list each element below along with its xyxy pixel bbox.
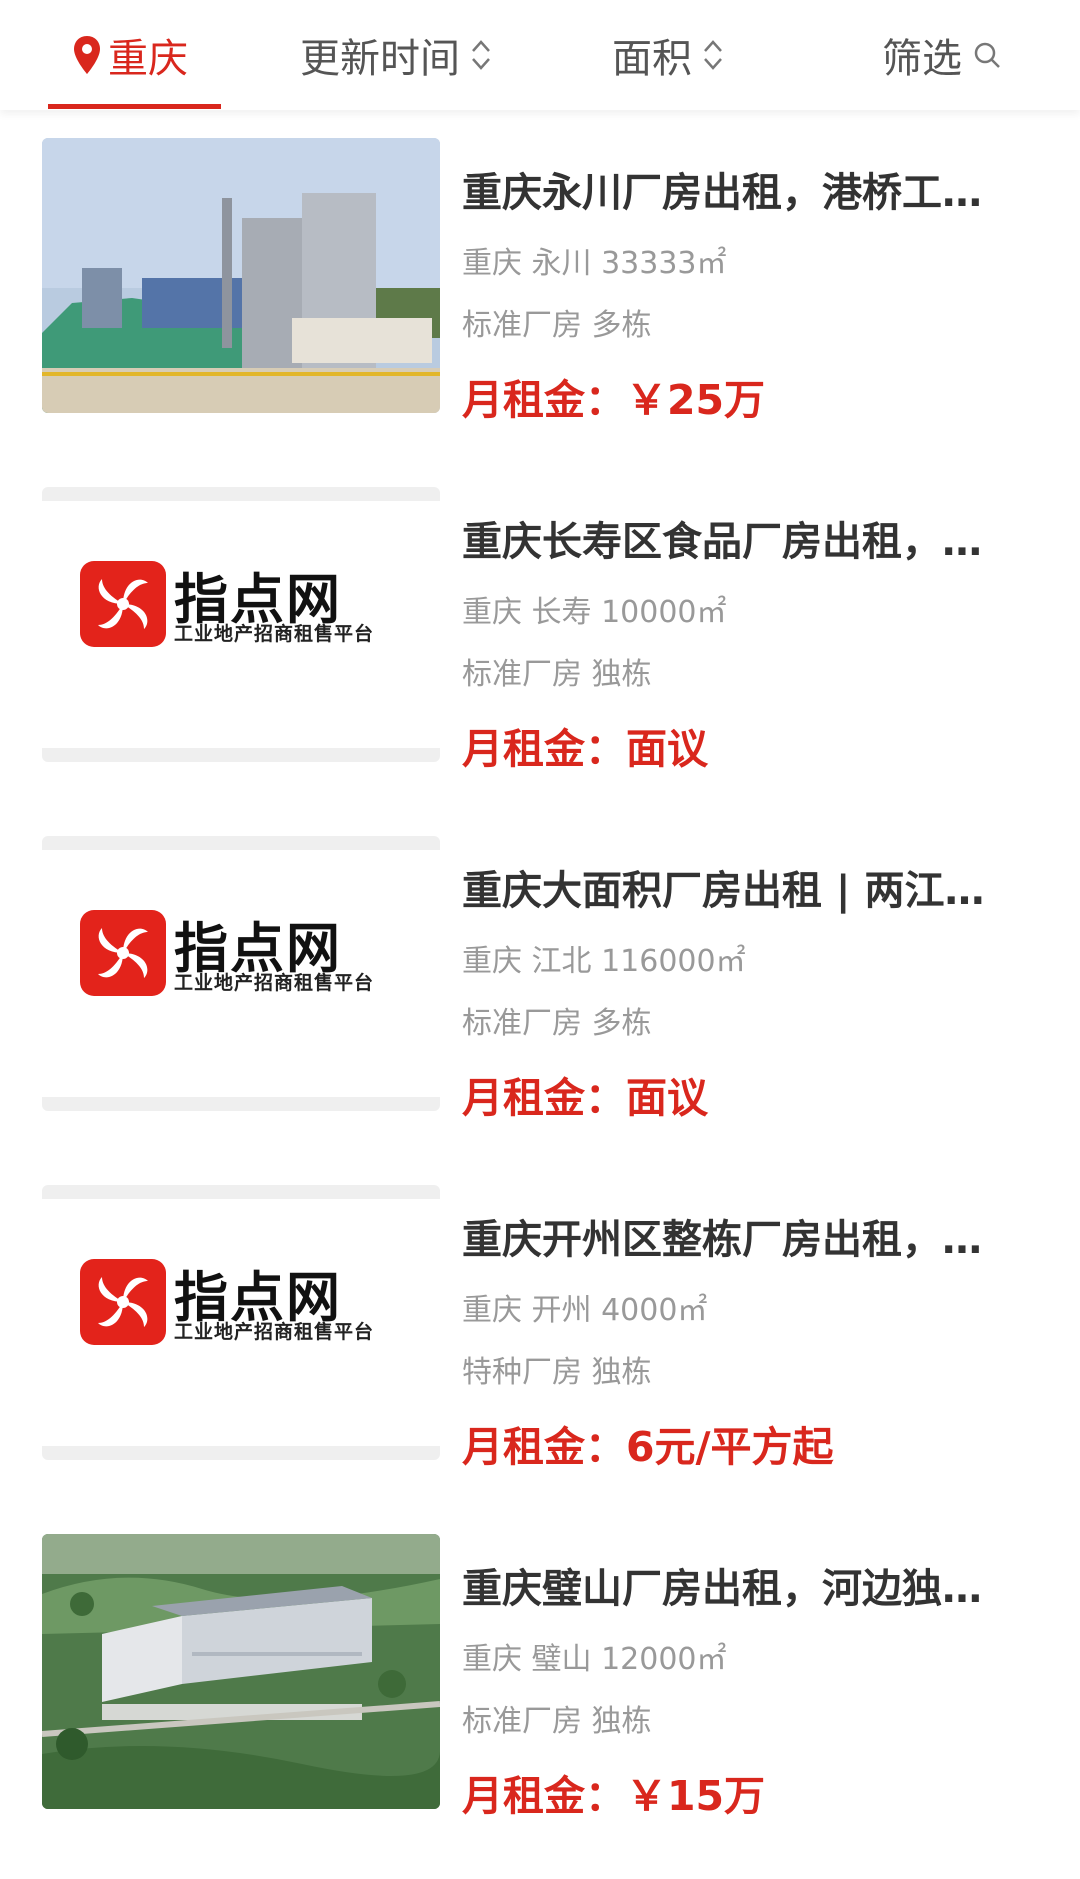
price-value: ￥25万 — [626, 376, 766, 424]
listing-title[interactable]: 重庆大面积厂房出租 | 两江新区 — [462, 858, 1007, 916]
price-label: 月租金： — [462, 725, 626, 773]
listing-tags: 标准厂房 独栋 — [462, 1704, 652, 1739]
logo-slogan: 工业地产招商租售平台 — [174, 1321, 375, 1343]
price-value: 6元/平方起 — [626, 1423, 834, 1471]
listing-tags: 特种厂房 独栋 — [462, 1355, 652, 1390]
price-value: 面议 — [626, 725, 708, 773]
listing-placeholder-logo[interactable]: 指点网 工业地产招商租售平台 — [42, 836, 440, 1111]
price-label: 月租金： — [462, 376, 626, 424]
listing-card[interactable]: 指点网 工业地产招商租售平台 重庆长寿区食品厂房出租，独栋带办公 重庆 长寿 1… — [0, 487, 1080, 807]
city-label: 重庆 — [108, 36, 188, 82]
listing-card[interactable]: 指点网 工业地产招商租售平台 重庆大面积厂房出租 | 两江新区 重庆 江北 11… — [0, 836, 1080, 1156]
sort-area-label: 面积 — [612, 36, 692, 82]
search-icon — [974, 42, 1000, 68]
listing-title[interactable]: 重庆开州区整栋厂房出租，可分租 — [462, 1207, 1007, 1265]
filter-button[interactable]: 筛选 — [882, 0, 1002, 110]
city-selector[interactable]: 重庆 — [72, 0, 188, 110]
listing-title[interactable]: 重庆璧山厂房出租，河边独栋厂房 — [462, 1556, 1007, 1614]
listing-price: 月租金：面议 — [462, 1064, 708, 1124]
logo-slogan: 工业地产招商租售平台 — [174, 972, 375, 994]
sort-updown-icon — [704, 40, 722, 70]
sort-by-time[interactable]: 更新时间 — [300, 0, 492, 110]
listing-card[interactable]: 重庆璧山厂房出租，河边独栋厂房 重庆 璧山 12000㎡ 标准厂房 独栋 月租金… — [0, 1534, 1080, 1854]
thumb-shade — [42, 836, 440, 850]
thumb-shade — [42, 1097, 440, 1111]
listing-location-area: 重庆 江北 116000㎡ — [462, 944, 746, 979]
price-label: 月租金： — [462, 1423, 626, 1471]
listing-card[interactable]: 指点网 工业地产招商租售平台 重庆开州区整栋厂房出租，可分租 重庆 开州 400… — [0, 1185, 1080, 1505]
zhidianwang-logo: 指点网 工业地产招商租售平台 — [80, 1253, 420, 1353]
listing-photo-silo-factory[interactable] — [42, 138, 440, 413]
thumb-shade — [42, 1185, 440, 1199]
filter-label: 筛选 — [882, 36, 962, 82]
active-tab-indicator — [48, 104, 221, 109]
listing-title[interactable]: 重庆长寿区食品厂房出租，独栋带办公 — [462, 509, 1007, 567]
filter-bar: 重庆 更新时间 面积 筛选 — [0, 0, 1080, 110]
location-pin-icon — [74, 36, 100, 74]
listing-title[interactable]: 重庆永川厂房出租，港桥工业园标准厂房 — [462, 160, 1007, 218]
listing-placeholder-logo[interactable]: 指点网 工业地产招商租售平台 — [42, 487, 440, 762]
listing-placeholder-logo[interactable]: 指点网 工业地产招商租售平台 — [42, 1185, 440, 1460]
listing-location-area: 重庆 开州 4000㎡ — [462, 1293, 708, 1328]
thumb-shade — [42, 487, 440, 501]
listing-location-area: 重庆 长寿 10000㎡ — [462, 595, 727, 630]
listing-card[interactable]: 重庆永川厂房出租，港桥工业园标准厂房 重庆 永川 33333㎡ 标准厂房 多栋 … — [0, 138, 1080, 458]
listing-price: 月租金：￥15万 — [462, 1762, 765, 1822]
listing-location-area: 重庆 璧山 12000㎡ — [462, 1642, 727, 1677]
listing-tags: 标准厂房 独栋 — [462, 657, 652, 692]
listing-photo-aerial-factory[interactable] — [42, 1534, 440, 1809]
listing-tags: 标准厂房 多栋 — [462, 308, 652, 343]
sort-time-label: 更新时间 — [300, 36, 460, 82]
sort-updown-icon — [472, 40, 490, 70]
price-value: ￥15万 — [626, 1772, 766, 1820]
price-label: 月租金： — [462, 1772, 626, 1820]
logo-mark-icon — [80, 910, 166, 996]
price-label: 月租金： — [462, 1074, 626, 1122]
logo-slogan: 工业地产招商租售平台 — [174, 623, 375, 645]
listing-location-area: 重庆 永川 33333㎡ — [462, 246, 727, 281]
zhidianwang-logo: 指点网 工业地产招商租售平台 — [80, 904, 420, 1004]
price-value: 面议 — [626, 1074, 708, 1122]
thumb-shade — [42, 1446, 440, 1460]
listing-price: 月租金：￥25万 — [462, 366, 765, 426]
listing-price: 月租金：6元/平方起 — [462, 1413, 834, 1473]
logo-mark-icon — [80, 561, 166, 647]
zhidianwang-logo: 指点网 工业地产招商租售平台 — [80, 555, 420, 655]
logo-mark-icon — [80, 1259, 166, 1345]
sort-by-area[interactable]: 面积 — [612, 0, 724, 110]
listing-tags: 标准厂房 多栋 — [462, 1006, 652, 1041]
listing-price: 月租金：面议 — [462, 715, 708, 775]
thumb-shade — [42, 748, 440, 762]
